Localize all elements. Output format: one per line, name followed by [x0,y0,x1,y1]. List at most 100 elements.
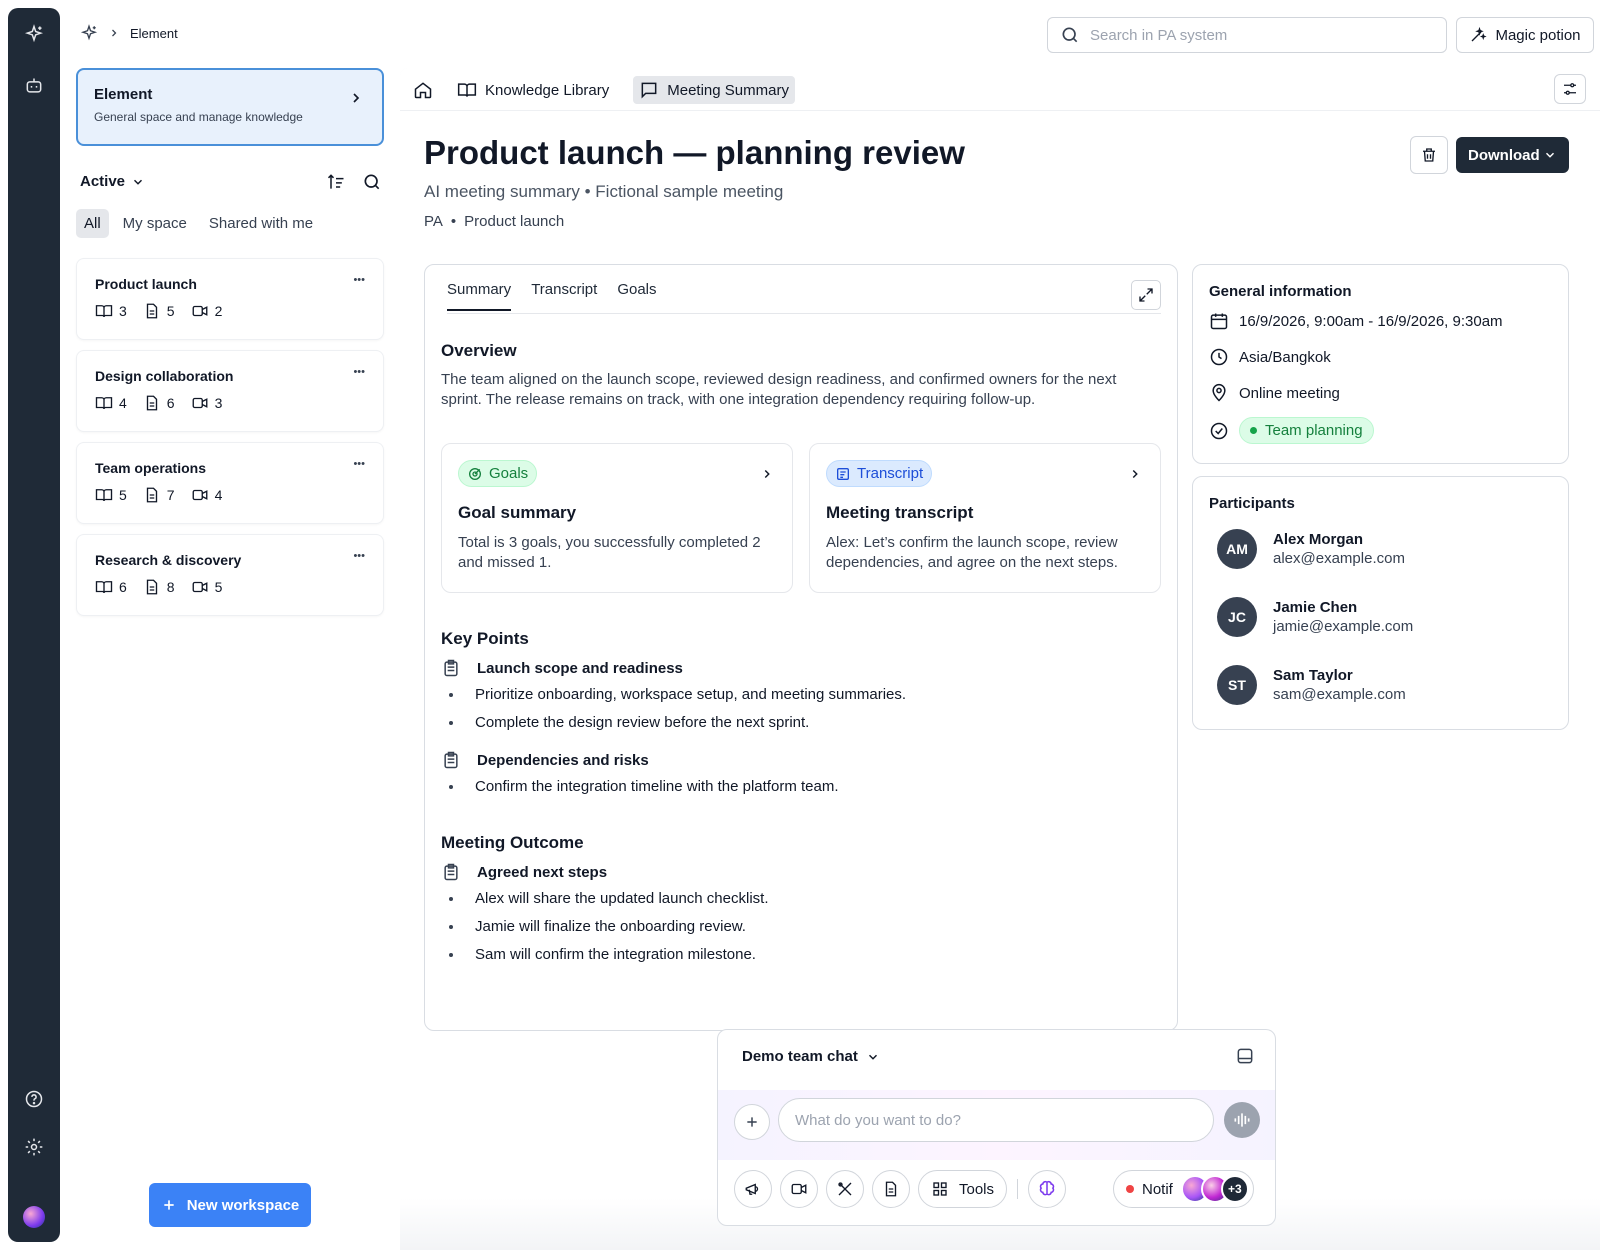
avatar-stack: +3 [1180,1175,1249,1203]
user-avatar[interactable] [23,1206,45,1228]
brain-button[interactable] [1028,1170,1067,1208]
waveform-icon [1234,1113,1250,1127]
tools-cross-icon [838,1182,852,1196]
list-item: Complete the design review before the ne… [449,714,809,731]
chevron-right-icon [1132,469,1138,479]
plus-icon [164,1200,174,1210]
download-button[interactable]: Download [1456,137,1569,173]
current-space-card[interactable]: Element General space and manage knowled… [76,68,384,146]
view-settings-button[interactable] [1554,74,1586,104]
magic-wand-icon [1471,26,1488,42]
transcript-card[interactable]: Transcript Meeting transcript Alex: Let’… [809,443,1161,593]
timezone-row: Asia/Bangkok [1209,347,1331,367]
goals-card-text: Total is 3 goals, you successfully compl… [458,534,761,571]
video-icon [192,397,208,409]
top-crumb-label[interactable]: Element [130,26,178,41]
chat-input[interactable] [778,1098,1214,1142]
list-item: Jamie will finalize the onboarding revie… [449,918,746,935]
tab-summary[interactable]: Summary [447,281,512,311]
participant-avatar: JC [1217,597,1257,637]
list-item: Sam will confirm the integration milesto… [449,946,756,963]
breadcrumb-library-label: Knowledge Library [485,81,610,99]
workspace-card[interactable]: Product launch ••• 3 5 2 [76,258,384,340]
filter-tab-all[interactable]: All [76,209,109,238]
sparkle-logo-icon[interactable] [22,22,46,46]
document-icon [885,1181,897,1197]
participants-panel: Participants AM Alex Morgan alex@example… [1192,476,1569,730]
workspace-counts: 3 5 2 [95,302,365,320]
clipboard-icon [444,751,458,769]
video-count: 5 [214,579,223,595]
status-filter-dropdown[interactable]: Active [80,173,145,190]
brain-icon [1039,1180,1055,1196]
list-item-text: Prioritize onboarding, workspace setup, … [475,686,907,703]
sort-icon[interactable] [326,172,346,192]
settings-gear-icon[interactable] [22,1135,46,1159]
filter-tab-my-space[interactable]: My space [115,209,195,238]
announce-button[interactable] [734,1170,772,1208]
list-item-text: Jamie will finalize the onboarding revie… [475,918,746,935]
notification-dot [1126,1185,1134,1193]
transcript-icon [837,467,849,480]
breadcrumb-current-label: Meeting Summary [667,81,789,99]
clipboard-icon [444,863,458,881]
tag-space[interactable]: PA [424,213,443,230]
list-item: Confirm the integration timeline with th… [449,778,839,795]
participant[interactable]: ST Sam Taylor sam@example.com [1217,665,1406,705]
magic-potion-button[interactable]: Magic potion [1456,17,1594,53]
video-count: 3 [214,395,223,411]
delete-button[interactable] [1410,136,1448,174]
bot-icon[interactable] [22,74,46,98]
status-filter-label: Active [80,173,126,190]
notifications-button[interactable]: Notif +3 [1113,1170,1254,1208]
voice-button[interactable] [1224,1102,1260,1138]
global-search[interactable] [1047,17,1447,53]
workspace-name: Team operations [95,460,206,476]
workspace-card[interactable]: Design collaboration ••• 4 6 3 [76,350,384,432]
video-button[interactable] [780,1170,818,1208]
workspace-name: Research & discovery [95,552,242,568]
new-workspace-label: New workspace [186,1196,300,1214]
tag-workspace[interactable]: Product launch [464,213,564,230]
workspace-card[interactable]: Team operations ••• 5 7 4 [76,442,384,524]
tools-button[interactable]: Tools [918,1170,1008,1208]
new-workspace-button[interactable]: New workspace [149,1183,311,1227]
panel-toggle-icon[interactable] [1235,1046,1255,1066]
tab-goals[interactable]: Goals [617,281,656,311]
document-button[interactable] [872,1170,910,1208]
home-icon[interactable] [413,80,433,100]
more-options-icon[interactable]: ••• [353,551,365,562]
sliders-icon [1564,83,1576,95]
grid-icon [933,1182,947,1196]
chat-channel-dropdown[interactable]: Demo team chat [742,1048,880,1065]
attach-button[interactable] [734,1104,770,1140]
participant[interactable]: JC Jamie Chen jamie@example.com [1217,597,1413,637]
tab-transcript[interactable]: Transcript [531,281,597,311]
location-row: Online meeting [1209,383,1340,403]
sidebar-filter-tabs: All My space Shared with me [76,209,321,238]
transcript-card-title: Meeting transcript [826,503,974,522]
goals-card-title: Goal summary [458,503,577,522]
search-input[interactable] [1090,26,1430,44]
more-options-icon[interactable]: ••• [353,459,365,470]
participant[interactable]: AM Alex Morgan alex@example.com [1217,529,1405,569]
document-icon [146,487,157,503]
category-row: Team planning [1209,417,1374,444]
meeting-datetime: 16/9/2026, 9:00am - 16/9/2026, 9:30am [1239,312,1503,330]
goals-card[interactable]: Goals Goal summary Total is 3 goals, you… [441,443,793,593]
expand-button[interactable] [1131,280,1161,310]
general-info-title: General information [1209,283,1352,300]
breadcrumb-meeting-summary[interactable]: Meeting Summary [633,76,795,104]
design-tools-button[interactable] [826,1170,864,1208]
more-options-icon[interactable]: ••• [353,367,365,378]
category-badge[interactable]: Team planning [1239,417,1374,444]
expand-icon [1139,288,1153,302]
search-icon[interactable] [362,172,382,192]
chevron-right-icon [764,469,770,479]
workspace-card[interactable]: Research & discovery ••• 6 8 5 [76,534,384,616]
help-icon[interactable] [22,1087,46,1111]
breadcrumb-knowledge-library[interactable]: Knowledge Library [451,76,615,104]
more-options-icon[interactable]: ••• [353,275,365,286]
filter-tab-shared[interactable]: Shared with me [201,209,321,238]
key-point-heading-label: Dependencies and risks [477,751,649,769]
